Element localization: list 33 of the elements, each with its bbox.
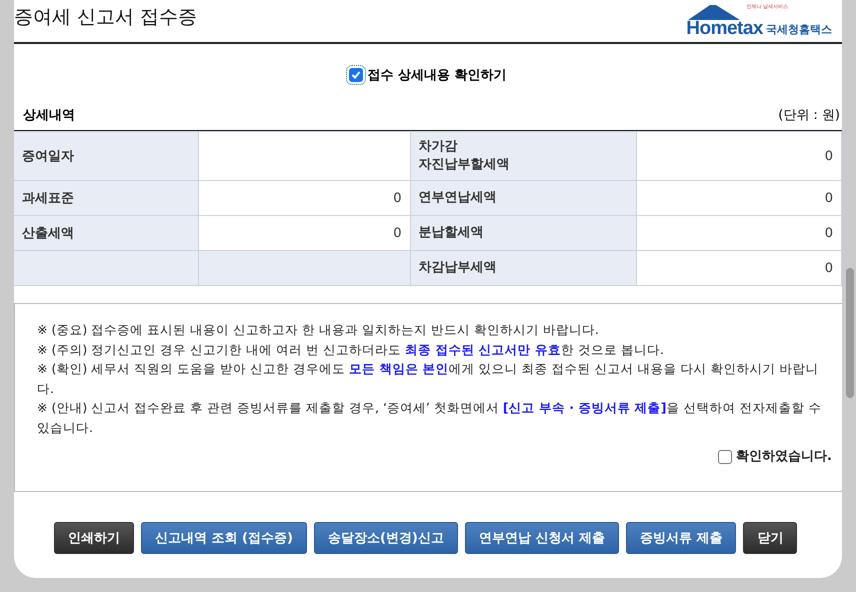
house-roof-icon	[686, 3, 742, 21]
label-cell: 과세표준	[14, 180, 198, 216]
logo-brand: Hometax	[686, 19, 763, 38]
label-cell: 산출세액	[14, 216, 198, 250]
scrollbar-thumb[interactable]	[846, 268, 854, 398]
action-button[interactable]: 신고내역 조회 (접수증)	[141, 522, 307, 554]
label-cell: 차가감 자진납부할세액	[410, 132, 636, 180]
value-cell: 0	[198, 180, 410, 216]
label-cell: 증여일자	[14, 132, 198, 180]
notice-text: ※ (주의) 정기신고인 경우 신고기한 내에 여러 번 신고하더라도 최종 접수된 신고서만 유효한 것으로 봅니다.	[37, 340, 665, 358]
label-cell: 차감납부세액	[410, 250, 636, 286]
value-cell: 0	[636, 250, 842, 286]
window-title: 증여세 신고서 접수증	[14, 5, 198, 30]
action-button[interactable]: 닫기	[743, 522, 798, 554]
value-cell: 0	[636, 132, 842, 180]
confirm-label: 확인하였습니다.	[736, 448, 832, 466]
value-cell: 0	[636, 216, 842, 250]
label-cell: 연부연납세액	[410, 180, 636, 216]
label-cell: 분납할세액	[410, 216, 636, 250]
logo-tagline: 국세청홈택스	[766, 22, 832, 37]
unit-label: (단위 : 원)	[778, 107, 840, 124]
action-button[interactable]: 연부연납 신청서 제출	[464, 522, 619, 554]
detail-checkbox[interactable]	[349, 68, 364, 82]
action-button[interactable]: 인쇄하기	[54, 522, 134, 554]
section-title: 상세내역	[23, 107, 75, 124]
confirm-checkbox[interactable]	[718, 450, 732, 464]
action-button[interactable]: 송달장소(변경)신고	[314, 522, 458, 554]
detail-checkbox-label: 접수 상세내용 확인하기	[367, 67, 507, 84]
notice-text: ※ (안내) 신고서 접수완료 후 관련 증빙서류를 제출할 경우, ‘증여세’ 첫화면에서 [신고 부속 · 증빙서류 제출]을 선택하여 전자제출할 수 있습니다.	[37, 399, 822, 436]
notice-text: ※ (중요) 접수증에 표시된 내용이 신고하고자 한 내용과 일치하는지 반드시 확인하시기 바랍니다.	[37, 321, 600, 339]
notice-text: ※ (확인) 세무서 직원의 도움을 받아 신고한 경우에도 모든 책임은 본인에게 있으니 최종 접수된 신고서 내용을 다시 확인하시기 바랍니다.	[37, 360, 820, 398]
value-cell: 0	[636, 180, 842, 216]
action-button[interactable]: 증빙서류 제출	[626, 522, 736, 554]
